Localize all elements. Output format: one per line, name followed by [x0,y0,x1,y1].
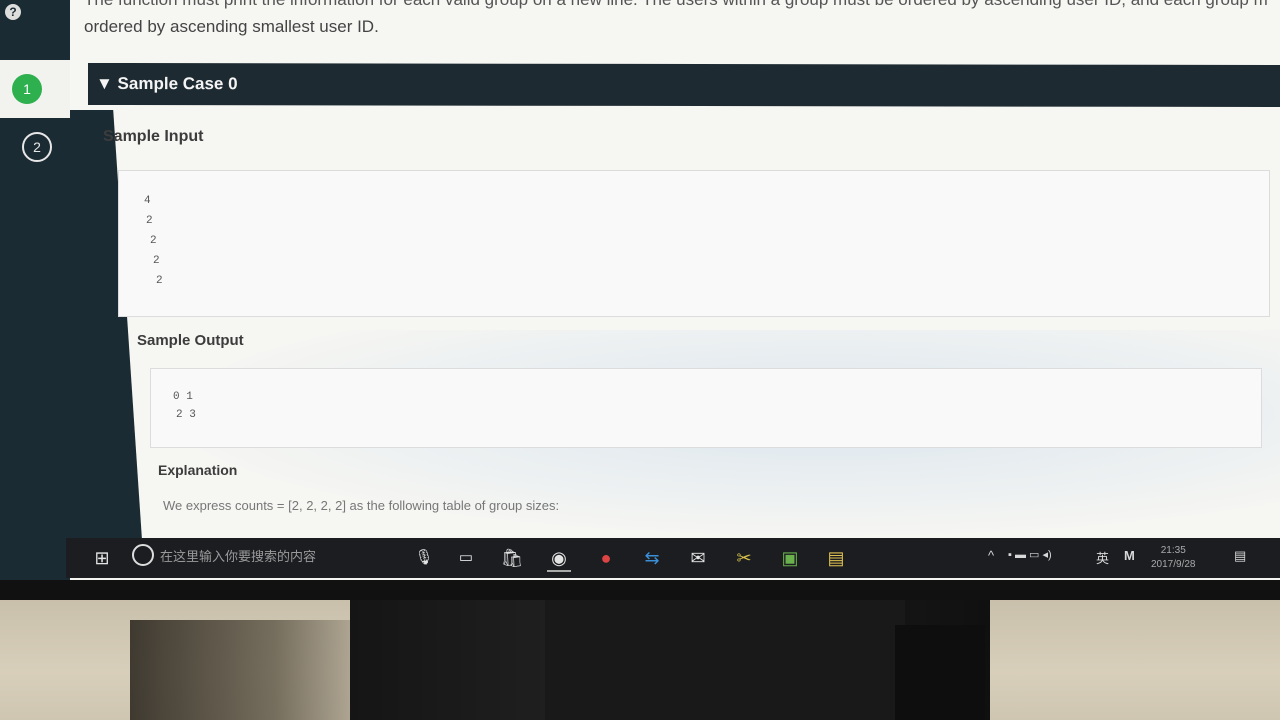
sample-input-label: Sample Input [103,128,204,145]
problem-text-line-2: ordered by ascending smallest user ID. [84,17,379,36]
problem-text-line-1: The function must print the information … [84,0,1268,10]
output-line: 0 1 [173,391,193,403]
input-line: 2 [150,235,157,247]
ime-indicator[interactable]: 英 [1096,548,1109,567]
explanation-label: Explanation [158,462,238,478]
system-clock[interactable]: 21:35 2017/9/28 [1151,544,1196,572]
chrome-icon[interactable]: ◉ [547,546,571,572]
input-line: 2 [146,215,153,227]
sample-input-box: 4 2 2 2 2 [118,170,1270,317]
explanation-text: We express counts = [2, 2, 2, 2] as the … [163,498,560,513]
mail-icon[interactable]: ✉ [686,546,710,570]
step-2-button[interactable]: 2 [22,132,52,162]
app-red-icon[interactable]: ● [594,546,618,570]
output-line: 2 3 [176,409,196,421]
tray-chevron-icon[interactable]: ^ [988,548,994,563]
sample-case-header[interactable]: ▼ Sample Case 0 [88,62,1280,108]
photos-icon[interactable]: ▣ [778,546,802,570]
sample-output-box: 0 1 2 3 [150,368,1262,448]
ime-mode-icon[interactable]: M [1124,548,1135,563]
tools-icon[interactable]: ✂ [732,546,756,570]
input-line: 2 [156,275,163,287]
sample-output-label: Sample Output [137,332,244,349]
step-1-button[interactable]: 1 [12,74,42,104]
task-view-icon[interactable]: ▭ [454,546,478,570]
tray-network-icon[interactable]: ▪ ▬ ▭ ◂) [1008,548,1052,561]
taskbar-search-input[interactable]: 在这里输入你要搜索的内容 [160,546,316,565]
teamviewer-icon[interactable]: ⇆ [640,546,664,570]
left-sidebar: ? 1 2 [0,0,70,580]
desk-shadow [130,620,370,720]
notifications-icon[interactable]: ▤ [1234,548,1246,564]
screen: The function must print the information … [0,0,1280,580]
windows-start-icon[interactable]: ⊞ [90,546,114,570]
monitor-stand-leg [895,625,985,720]
windows-taskbar: ⊞ 在这里输入你要搜索的内容 🎙 ▭ 🛍 ◉ ● ⇆ ✉ ✂ ▣ ▤ ^ ▪ ▬… [66,538,1280,578]
cortana-icon[interactable] [132,544,154,566]
store-icon[interactable]: 🛍 [500,546,524,570]
input-line: 4 [144,195,151,207]
microphone-icon[interactable]: 🎙 [412,546,436,570]
clock-time: 21:35 [1160,545,1186,556]
clock-date: 2017/9/28 [1151,559,1196,570]
help-icon[interactable]: ? [5,4,21,20]
input-line: 2 [153,255,160,267]
file-explorer-icon[interactable]: ▤ [824,546,848,570]
monitor-stand-neck [545,600,905,720]
